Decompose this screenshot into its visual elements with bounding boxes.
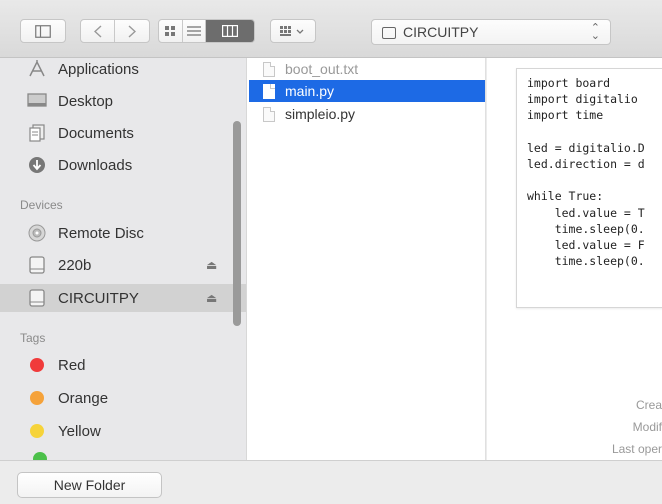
document-icon (263, 106, 275, 122)
applications-icon (27, 59, 47, 79)
forward-button[interactable] (115, 20, 149, 42)
desktop-icon (27, 91, 47, 111)
sidebar-item-remote-disc[interactable]: Remote Disc (0, 219, 246, 247)
code-text: import board import digitalio import tim… (527, 76, 645, 269)
bottom-bar: New Folder (0, 460, 662, 504)
sidebar-item-desktop[interactable]: Desktop (0, 87, 246, 115)
icon-view-button[interactable] (159, 20, 183, 42)
chevron-right-icon (128, 24, 136, 38)
sidebar-item-applications[interactable]: Applications (0, 58, 246, 83)
remote-disc-icon (27, 223, 47, 243)
document-icon (263, 61, 275, 77)
drive-icon (382, 27, 396, 39)
sidebar-item-label: Orange (58, 389, 109, 407)
sidebar-item-tag-red[interactable]: Red (0, 351, 246, 379)
tag-green-icon (33, 452, 47, 460)
sidebar-item-documents[interactable]: Documents (0, 119, 246, 147)
file-column: boot_out.txt main.py simpleio.py (246, 58, 486, 460)
file-name: main.py (285, 83, 335, 99)
arrange-icon (280, 26, 304, 36)
list-icon (186, 26, 201, 36)
location-popup[interactable]: CIRCUITPY ⌃ ⌄ (371, 19, 611, 45)
file-name: boot_out.txt (285, 61, 359, 77)
sidebar-item-label: Desktop (58, 92, 114, 110)
document-icon (263, 83, 275, 99)
sidebar-item-label: Documents (58, 124, 134, 142)
documents-icon (27, 123, 47, 143)
toolbar: CIRCUITPY ⌃ ⌄ (0, 0, 662, 58)
eject-icon[interactable]: ⏏ (206, 258, 217, 272)
meta-created-label: Crea (635, 398, 662, 412)
sidebar-item-label: 220b (58, 256, 92, 274)
column-view-button[interactable] (206, 20, 254, 42)
tag-yellow-icon (30, 424, 44, 438)
drive-icon (27, 255, 47, 275)
sidebar-item-label: Applications (58, 60, 139, 78)
eject-icon[interactable]: ⏏ (206, 291, 217, 305)
preview-pane: import board import digitalio import tim… (487, 58, 662, 460)
list-view-button[interactable] (183, 20, 207, 42)
chevron-left-icon (93, 24, 101, 38)
meta-last-opened-label: Last oper (611, 442, 662, 456)
grid-icon (165, 26, 176, 36)
downloads-icon (27, 155, 47, 175)
sidebar-item-label: Remote Disc (58, 224, 144, 242)
sidebar-item-label: Yellow (58, 422, 101, 440)
arrange-button[interactable] (270, 19, 316, 43)
sidebar: Applications Desktop Documents Downloads… (0, 58, 246, 460)
sidebar-item-label: Red (58, 356, 86, 374)
back-forward-control (80, 19, 150, 43)
new-folder-button[interactable]: New Folder (17, 472, 162, 498)
sidebar-item-tag-yellow[interactable]: Yellow (0, 417, 246, 445)
view-mode-control (158, 19, 255, 43)
updown-chevron-icon: ⌃ ⌄ (590, 22, 600, 42)
sidebar-item-label: CIRCUITPY (58, 289, 139, 307)
file-row-main-py[interactable]: main.py (249, 80, 485, 102)
code-preview: import board import digitalio import tim… (516, 68, 662, 308)
back-button[interactable] (81, 20, 116, 42)
sidebar-scrollbar[interactable] (233, 121, 241, 326)
sidebar-item-downloads[interactable]: Downloads (0, 151, 246, 179)
file-name: simpleio.py (285, 106, 356, 122)
drive-icon (27, 288, 47, 308)
sidebar-icon (35, 24, 51, 38)
sidebar-item-label: Downloads (58, 156, 133, 174)
tag-red-icon (30, 358, 44, 372)
devices-heading: Devices (20, 198, 63, 212)
chevron-down-icon (296, 29, 304, 34)
meta-modified-label: Modif (632, 420, 662, 434)
sidebar-item-tag-orange[interactable]: Orange (0, 384, 246, 412)
location-label: CIRCUITPY (403, 24, 479, 40)
tag-orange-icon (30, 391, 44, 405)
columns-icon (222, 25, 239, 37)
tags-heading: Tags (20, 331, 46, 345)
sidebar-toggle-button[interactable] (20, 19, 66, 43)
file-row-simpleio[interactable]: simpleio.py (249, 103, 485, 125)
file-row-boot-out[interactable]: boot_out.txt (249, 58, 485, 80)
